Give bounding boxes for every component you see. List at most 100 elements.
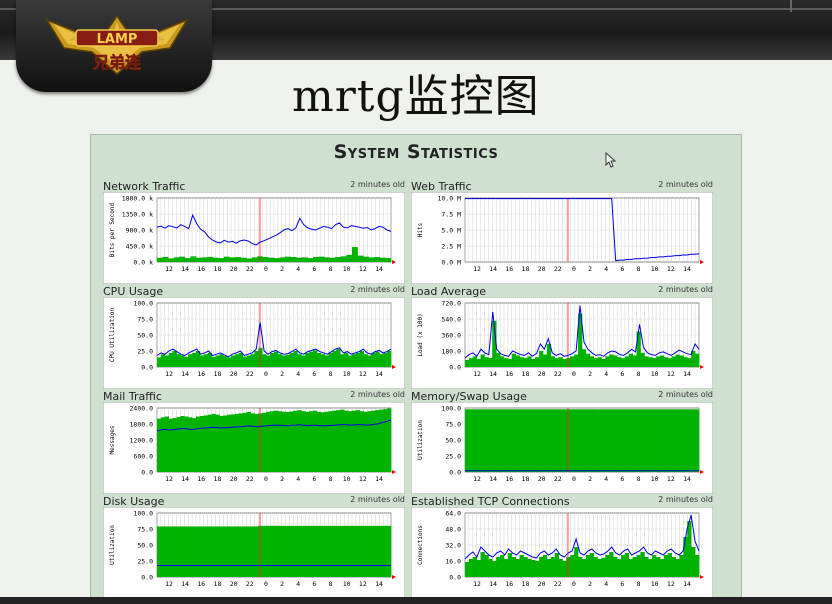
green-bar [196,526,201,577]
green-bar [554,553,559,577]
green-bar [628,409,633,472]
x-tick-label: 8 [329,580,333,588]
x-tick-label: 20 [538,265,546,273]
green-bar [476,359,481,367]
x-tick-label: 14 [181,370,189,378]
green-bar [203,415,208,472]
green-bar [671,557,676,577]
green-bar [550,409,555,472]
x-tick-label: 8 [329,475,333,483]
green-bar [597,409,602,472]
y-tick-label: 25.0 [137,558,153,566]
x-tick-label: 2 [280,370,284,378]
green-bar [465,562,470,577]
green-bar [309,525,314,577]
green-bar [589,409,594,472]
green-bar [488,409,493,472]
y-tick-label: 10.0 M [438,195,462,203]
green-bar [375,525,380,577]
green-bar [262,257,269,262]
green-bar [695,353,700,367]
green-bar [683,537,688,577]
green-bar [320,412,325,472]
green-bar [578,409,583,472]
green-bar [215,355,220,367]
green-bar [613,409,618,472]
green-bar [211,413,216,472]
stats-panel-3: Load Average 2 minutes old 720.0 540.0 360.0… [411,285,713,389]
green-bar [240,257,247,262]
green-bar [675,409,680,472]
x-tick-label: 6 [620,370,624,378]
x-tick-label: 4 [604,370,608,378]
green-bar [566,557,571,577]
green-bar [500,409,505,472]
green-bar [281,355,286,367]
green-bar [468,559,474,577]
mrtg-graph: 100.0 75.0 50.0 25.0 0.0 CPU Utilization 12 14 1… [103,297,405,389]
mrtg-graph: 100.0 75.0 50.0 25.0 0.0 Utilization 12 14 16 18 2… [103,507,405,599]
green-bar [336,525,341,577]
x-tick-label: 2 [280,580,284,588]
green-bar [363,525,368,577]
green-bar [574,409,579,472]
x-tick-label: 22 [554,265,562,273]
green-bar [363,256,370,262]
green-bar [348,411,353,472]
green-bar [318,256,325,262]
green-bar [371,525,376,577]
green-bar [660,559,665,577]
mrtg-graph: 10.0 M7.5 M5.0 M2.5 M0.0 MHits12 14 16 18 20… [411,192,713,284]
green-bar [582,349,587,367]
y-tick-label: 600.0 [133,453,153,461]
green-bar [281,525,286,577]
x-tick-label: 8 [637,265,641,273]
green-bar [254,351,259,367]
y-tick-label: 50.0 [137,332,153,340]
green-bar [203,526,208,577]
y-tick-label: 32.0 [445,542,461,550]
green-bar [667,409,672,472]
green-bar [519,409,524,472]
stats-panel-7: Established TCP Connections 2 minutes old… [411,495,713,599]
green-bar [168,418,173,472]
green-bar [184,258,191,262]
green-bar [367,411,372,472]
green-bar [332,351,337,367]
green-bar [640,352,645,367]
green-bar [188,354,193,367]
green-bar [617,357,622,367]
green-bar [484,409,489,472]
x-tick-label: 4 [604,580,608,588]
green-bar [387,525,392,577]
green-bar [164,526,169,577]
green-bar [254,526,259,577]
green-bar [192,418,197,472]
green-bar [663,409,669,472]
x-tick-label: 18 [214,580,222,588]
y-tick-label: 540.0 [441,316,461,324]
green-bar [468,358,474,367]
green-bar [609,409,614,472]
green-bar [301,257,308,262]
green-bar [176,354,181,367]
green-bar [621,409,626,472]
x-tick-label: 2 [588,265,592,273]
green-bar [593,409,598,472]
logo-latin-text: LAMP [97,32,138,47]
green-bar [500,356,505,367]
green-bar [617,559,622,577]
green-bar [379,525,384,577]
x-tick-label: 20 [230,475,238,483]
green-bar [605,555,610,577]
green-bar [687,409,692,472]
green-bar [246,412,251,472]
x-tick-label: 10 [343,475,351,483]
green-bar [218,258,225,262]
y-tick-label: 1800.0 [130,421,154,429]
x-tick-label: 2 [588,370,592,378]
panel-age: 2 minutes old [658,495,713,504]
green-bar [695,555,700,577]
y-tick-label: 100.0 [441,405,461,413]
y-tick-label: 7.5 M [441,211,461,219]
